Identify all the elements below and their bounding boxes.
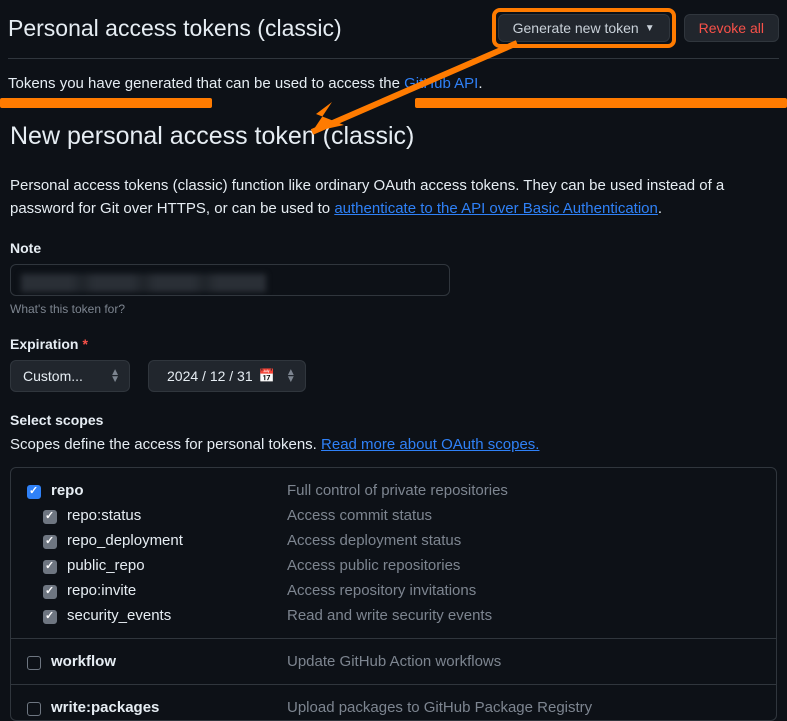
scope-row: repo_deploymentAccess deployment status [27,532,760,549]
scopes-description: Scopes define the access for personal to… [10,436,777,453]
annotation-highlight: Generate new token ▼ [492,8,676,48]
scope-row: repoFull control of private repositories [27,482,760,499]
scope-name: repo [51,482,287,499]
header-row: Personal access tokens (classic) Generat… [8,8,779,59]
scope-row: workflowUpdate GitHub Action workflows [27,653,760,670]
scope-name: security_events [67,607,287,624]
scopes-label: Select scopes [10,412,777,428]
scope-description: Full control of private repositories [287,482,508,499]
blurred-note-value [21,274,266,292]
scope-name: repo:invite [67,582,287,599]
scope-row: repo:inviteAccess repository invitations [27,582,760,599]
scope-name: write:packages [51,699,287,716]
note-input[interactable] [10,264,450,296]
caret-down-icon: ▼ [645,23,655,34]
oauth-scopes-link[interactable]: Read more about OAuth scopes. [321,436,539,453]
scope-checkbox[interactable] [43,510,57,524]
scope-name: repo:status [67,507,287,524]
intro-text: Tokens you have generated that can be us… [8,59,779,102]
scope-description: Read and write security events [287,607,492,624]
page-title: Personal access tokens (classic) [8,15,342,42]
scope-checkbox[interactable] [43,560,57,574]
scope-row: write:packagesUpload packages to GitHub … [27,699,760,716]
scope-checkbox[interactable] [43,585,57,599]
annotation-bar [415,98,787,108]
revoke-all-button[interactable]: Revoke all [684,14,779,42]
scopes-container: repoFull control of private repositories… [10,467,777,721]
scope-description: Access deployment status [287,532,461,549]
scope-description: Access public repositories [287,557,460,574]
scope-group: workflowUpdate GitHub Action workflows [11,639,776,685]
scope-name: public_repo [67,557,287,574]
scope-checkbox[interactable] [43,610,57,624]
scope-description: Update GitHub Action workflows [287,653,501,670]
expiration-date-picker[interactable]: 2024 / 12 / 31 📅 [148,360,306,392]
scope-row: security_eventsRead and write security e… [27,607,760,624]
expiration-label: Expiration* [10,336,777,352]
scope-group: repoFull control of private repositories… [11,468,776,639]
scope-checkbox[interactable] [43,535,57,549]
scope-description: Access repository invitations [287,582,476,599]
scope-checkbox[interactable] [27,656,41,670]
required-indicator: * [82,336,87,352]
scope-name: workflow [51,653,287,670]
annotation-bar [0,98,212,108]
note-help-text: What's this token for? [10,302,777,316]
scope-name: repo_deployment [67,532,287,549]
scope-checkbox[interactable] [27,702,41,716]
expiration-mode-select[interactable]: Custom... [10,360,130,392]
scope-description: Upload packages to GitHub Package Regist… [287,699,592,716]
scope-group: write:packagesUpload packages to GitHub … [11,685,776,720]
scope-description: Access commit status [287,507,432,524]
scope-row: repo:statusAccess commit status [27,507,760,524]
form-description: Personal access tokens (classic) functio… [10,175,777,220]
scope-row: public_repoAccess public repositories [27,557,760,574]
scope-checkbox[interactable] [27,485,41,499]
note-label: Note [10,240,777,256]
generate-new-token-button[interactable]: Generate new token ▼ [498,14,670,42]
basic-auth-link[interactable]: authenticate to the API over Basic Authe… [334,200,658,217]
form-title: New personal access token (classic) [10,122,777,151]
github-api-link[interactable]: GitHub API [404,75,478,92]
calendar-icon: 📅 [259,368,275,384]
